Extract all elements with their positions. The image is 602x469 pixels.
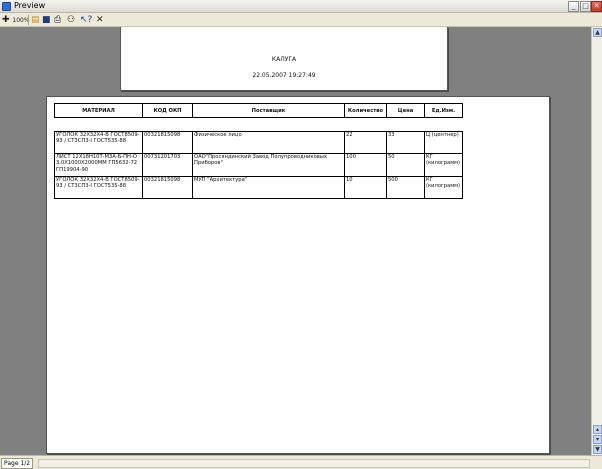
zoom-icon: ✚ [2,15,10,25]
scroll-page-up-icon[interactable]: ▴ [593,425,602,434]
table-row: УГОЛОК 32Х32Х4-В ГОСТ8509-93 / СТ3СП3-I … [54,176,463,199]
cell-supplier: МУП "Архитектура" [192,176,345,199]
find-icon[interactable]: ⚇ [67,14,75,26]
column-header-unit: Ед.Изм. [424,103,463,118]
maximize-button[interactable]: □ [580,1,591,12]
cell-material: УГОЛОК 32Х32Х4-В ГОСТ8509-93 / СТ3СП3-I … [54,131,143,154]
column-header-quantity: Количество [344,103,387,118]
report-header-page: КАЛУГА 22.05.2007 19:27:49 [120,27,448,91]
column-header-material: МАТЕРИАЛ [54,103,143,118]
print-icon[interactable]: ⎙ [54,14,61,26]
cell-price: 33 [386,131,425,154]
window-title: Preview [14,1,46,10]
table-row: УГОЛОК 32Х32Х4-В ГОСТ8509-93 / СТ3СП3-I … [54,131,463,154]
report-city: КАЛУГА [271,56,297,63]
data-table: УГОЛОК 32Х32Х4-В ГОСТ8509-93 / СТ3СП3-I … [54,131,463,199]
cell-supplier: ОАО"Просяндинский Завод Полупроводниковы… [192,153,345,177]
zoom-label: 100% [12,17,30,24]
cell-material: УГОЛОК 32Х32Х4-В ГОСТ8509-93 / СТ3СП3-I … [54,176,143,199]
report-date: 22.05.2007 19:27:49 [252,72,316,79]
open-icon[interactable]: ▤ [31,14,40,26]
scroll-down-icon[interactable]: ▼ [593,445,602,454]
scroll-up-icon[interactable]: ▲ [593,28,602,37]
cell-quantity: 100 [344,153,387,177]
toolbar: ✚ 100% ▤ ■ ⎙ ⚇ ↖? ✕ [0,13,602,27]
status-bar: Page 1/2 [0,455,602,469]
cell-okp-code: 00731201703 [142,153,193,177]
vertical-scrollbar[interactable]: ▲ ▴ ▾ ▼ [591,27,602,455]
cell-unit: КГ (килограмм) [424,153,463,177]
close-icon[interactable]: ✕ [96,14,104,26]
toolbar-separator [28,15,29,25]
page-indicator: Page 1/2 [1,458,34,469]
title-bar: Preview _ □ ✕ [0,0,602,13]
scroll-page-down-icon[interactable]: ▾ [593,435,602,444]
table-row: ЛИСТ 12Х18Н10Т-М3А-Б-ПН-О 3,0Х1000Х2000М… [54,153,463,177]
cell-quantity: 10 [344,176,387,199]
column-header-price: Цена [386,103,425,118]
horizontal-scrollbar[interactable] [38,459,590,468]
cell-supplier: Физическое лицо [192,131,345,154]
cell-okp-code: 00321815098 [142,131,193,154]
zoom-button[interactable]: ✚ 100% [2,14,30,26]
column-header-supplier: Поставщик [192,103,345,118]
cell-material: ЛИСТ 12Х18Н10Т-М3А-Б-ПН-О 3,0Х1000Х2000М… [54,153,143,177]
help-icon[interactable]: ↖? [80,14,92,26]
cell-unit: Ц (центнер) [424,131,463,154]
minimize-button[interactable]: _ [568,1,579,12]
cell-unit: КГ (килограмм) [424,176,463,199]
save-icon[interactable]: ■ [42,14,51,26]
cell-quantity: 22 [344,131,387,154]
cell-price: 50 [386,153,425,177]
cell-price: 500 [386,176,425,199]
column-header-okp-code: КОД ОКП [142,103,193,118]
cell-okp-code: 00321815098 [142,176,193,199]
app-icon [2,2,11,11]
table-header: МАТЕРИАЛ КОД ОКП Поставщик Количество Це… [54,103,463,118]
close-window-button[interactable]: ✕ [591,1,602,12]
preview-viewport[interactable]: КАЛУГА 22.05.2007 19:27:49 МАТЕРИАЛ КОД … [0,27,591,455]
report-page: МАТЕРИАЛ КОД ОКП Поставщик Количество Це… [46,96,550,454]
